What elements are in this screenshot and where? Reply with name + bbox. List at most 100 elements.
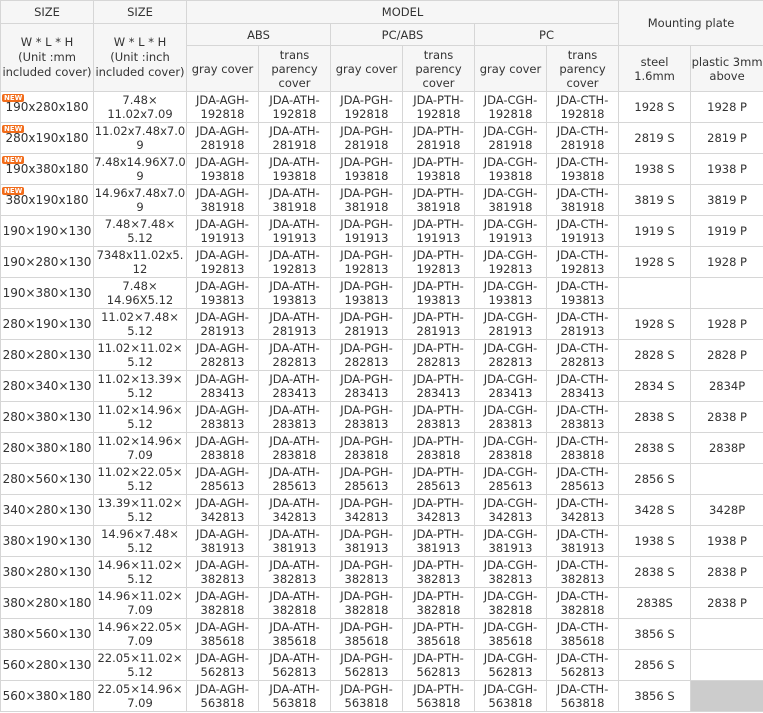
- size-mm-value: 190×280×130: [2, 255, 92, 269]
- size-mm-cell: 280×380×180: [0, 432, 94, 464]
- table-row: 340×280×130 13.39×11.02× 5.12 JDA-AGH- 342…: [0, 494, 763, 526]
- steel-plate-cell: 2838 S: [618, 556, 692, 588]
- size-mm-cell: 380×280×130: [0, 556, 94, 588]
- pc-trans-model-cell: JDA-CTH- 381918: [545, 184, 620, 216]
- size-mm-value: 190x280x180: [5, 100, 89, 114]
- pcabs-gray-model-cell: JDA-PGH- 191913: [330, 215, 403, 247]
- abs-trans-model-cell: JDA-ATH- 562813: [258, 649, 331, 681]
- pcabs-trans-model-cell: JDA-PTH- 381918: [402, 184, 475, 216]
- pcabs-gray-model-cell: JDA-PGH- 193813: [330, 277, 403, 309]
- size-mm-header: SIZE: [0, 0, 94, 24]
- size-mm-cell: 380×280×180: [0, 587, 94, 619]
- table-header: SIZE SIZE MODEL Mounting plate W * L * H…: [0, 0, 763, 92]
- pcabs-gray-model-cell: JDA-PGH- 282813: [330, 339, 403, 371]
- pc-gray-model-cell: JDA-CGH- 283818: [474, 432, 547, 464]
- size-inch-cell: 22.05×11.02× 5.12: [93, 649, 187, 681]
- pc-gray-model-cell: JDA-CGH- 562813: [474, 649, 547, 681]
- plastic-plate-cell: 2838 P: [690, 401, 763, 433]
- table-row: 380×560×130 14.96×22.05× 7.09 JDA-AGH- 385…: [0, 618, 763, 650]
- new-badge: NEW: [2, 94, 25, 102]
- abs-gray-model-cell: JDA-AGH- 281918: [186, 122, 259, 154]
- abs-gray-model-cell: JDA-AGH- 283413: [186, 370, 259, 402]
- abs-gray-model-cell: JDA-AGH- 381913: [186, 525, 259, 557]
- pc-gray-model-cell: JDA-CGH- 283413: [474, 370, 547, 402]
- pcabs-trans-model-cell: JDA-PTH- 191913: [402, 215, 475, 247]
- pcabs-gray-model-cell: JDA-PGH- 281918: [330, 122, 403, 154]
- pcabs-gray-model-cell: JDA-PGH- 342813: [330, 494, 403, 526]
- size-inch-cell: 11.02x7.48x7.0 9: [93, 122, 187, 154]
- size-mm-cell: 380×190×130: [0, 525, 94, 557]
- pc-trans-model-cell: JDA-CTH- 192813: [545, 246, 620, 278]
- pc-trans-model-cell: JDA-CTH- 192818: [545, 91, 620, 123]
- abs-trans-model-cell: JDA-ATH- 281913: [258, 308, 331, 340]
- plastic-plate-cell: 2838P: [690, 432, 763, 464]
- pc-trans-model-cell: JDA-CTH- 191913: [545, 215, 620, 247]
- steel-plate-cell: 3819 S: [618, 184, 692, 216]
- size-inch-cell: 11.02×22.05× 5.12: [93, 463, 187, 495]
- pc-trans-model-cell: JDA-CTH- 382813: [545, 556, 620, 588]
- size-inch-cell: 7348x11.02x5. 12: [93, 246, 187, 278]
- steel-plate-cell: 2819 S: [618, 122, 692, 154]
- pc-gray-model-cell: JDA-CGH- 382818: [474, 587, 547, 619]
- pcabs-gray-model-cell: JDA-PGH- 382813: [330, 556, 403, 588]
- pcabs-gray-model-cell: JDA-PGH- 192813: [330, 246, 403, 278]
- size-inch-cell: 14.96×7.48× 5.12: [93, 525, 187, 557]
- size-mm-value: 380×280×180: [2, 596, 92, 610]
- abs-gray-model-cell: JDA-AGH- 342813: [186, 494, 259, 526]
- pc-gray-model-cell: JDA-CGH- 191913: [474, 215, 547, 247]
- abs-gray-model-cell: JDA-AGH- 282813: [186, 339, 259, 371]
- pcabs-trans-model-cell: JDA-PTH- 281918: [402, 122, 475, 154]
- pcabs-trans-model-cell: JDA-PTH- 382813: [402, 556, 475, 588]
- abs-trans-model-cell: JDA-ATH- 283813: [258, 401, 331, 433]
- table-row: 380×280×130 14.96×11.02× 5.12 JDA-AGH- 382…: [0, 556, 763, 588]
- size-inch-cell: 14.96×22.05× 7.09: [93, 618, 187, 650]
- product-spec-table: SIZE SIZE MODEL Mounting plate W * L * H…: [0, 0, 763, 712]
- pcabs-trans-model-cell: JDA-PTH- 193813: [402, 277, 475, 309]
- size-mm-cell: NEW 380x190x180: [0, 184, 94, 216]
- pc-trans-model-cell: JDA-CTH- 381913: [545, 525, 620, 557]
- plastic-plate-cell: [690, 463, 763, 495]
- table-row: 280×380×130 11.02×14.96× 5.12 JDA-AGH- 283…: [0, 401, 763, 433]
- steel-plate-cell: 3856 S: [618, 618, 692, 650]
- size-mm-value: 280×340×130: [2, 379, 92, 393]
- size-mm-value: 280x190x180: [5, 131, 89, 145]
- pc-gray-model-cell: JDA-CGH- 281913: [474, 308, 547, 340]
- plastic-plate-cell: 3428P: [690, 494, 763, 526]
- abs-gray-model-cell: JDA-AGH- 191913: [186, 215, 259, 247]
- pcabs-gray-model-cell: JDA-PGH- 381918: [330, 184, 403, 216]
- steel-plate-cell: 2834 S: [618, 370, 692, 402]
- pc-gray-model-cell: JDA-CGH- 192813: [474, 246, 547, 278]
- size-mm-cell: 560×280×130: [0, 649, 94, 681]
- pcabs-trans-model-cell: JDA-PTH- 192813: [402, 246, 475, 278]
- pc-gray-model-cell: JDA-CGH- 282813: [474, 339, 547, 371]
- pc-trans-model-cell: JDA-CTH- 283818: [545, 432, 620, 464]
- abs-trans-model-cell: JDA-ATH- 193818: [258, 153, 331, 185]
- steel-plate-cell: [618, 277, 692, 309]
- steel-plate-cell: 1938 S: [618, 153, 692, 185]
- size-mm-cell: 190×380×130: [0, 277, 94, 309]
- table-row: 280×380×180 11.02×14.96× 7.09 JDA-AGH- 283…: [0, 432, 763, 464]
- pcabs-trans-model-cell: JDA-PTH- 562813: [402, 649, 475, 681]
- pc-trans-model-cell: JDA-CTH- 193818: [545, 153, 620, 185]
- pcabs-gray-model-cell: JDA-PGH- 385618: [330, 618, 403, 650]
- abs-trans-model-cell: JDA-ATH- 193813: [258, 277, 331, 309]
- abs-gray-model-cell: JDA-AGH- 562813: [186, 649, 259, 681]
- size-inch-cell: 7.48×7.48× 5.12: [93, 215, 187, 247]
- size-mm-cell: 280×190×130: [0, 308, 94, 340]
- abs-trans-model-cell: JDA-ATH- 281918: [258, 122, 331, 154]
- pc-trans-cover-header: trans parency cover: [545, 45, 620, 92]
- plastic-plate-cell: 1938 P: [690, 525, 763, 557]
- abs-gray-model-cell: JDA-AGH- 382818: [186, 587, 259, 619]
- abs-gray-model-cell: JDA-AGH- 192813: [186, 246, 259, 278]
- pcabs-trans-model-cell: JDA-PTH- 283818: [402, 432, 475, 464]
- plastic-plate-cell: 1928 P: [690, 246, 763, 278]
- pc-trans-model-cell: JDA-CTH- 562813: [545, 649, 620, 681]
- table-row: NEW 190x280x180 7.48× 11.02x7.09 JDA-AGH- 1…: [0, 91, 763, 123]
- size-mm-value: 560×380×180: [2, 689, 92, 703]
- pc-trans-model-cell: JDA-CTH- 281918: [545, 122, 620, 154]
- pc-trans-model-cell: JDA-CTH- 283413: [545, 370, 620, 402]
- size-inch-cell: 7.48× 11.02x7.09: [93, 91, 187, 123]
- pcabs-gray-model-cell: JDA-PGH- 281913: [330, 308, 403, 340]
- table-row: 280×340×130 11.02×13.39× 5.12 JDA-AGH- 283…: [0, 370, 763, 402]
- pcabs-trans-model-cell: JDA-PTH- 283413: [402, 370, 475, 402]
